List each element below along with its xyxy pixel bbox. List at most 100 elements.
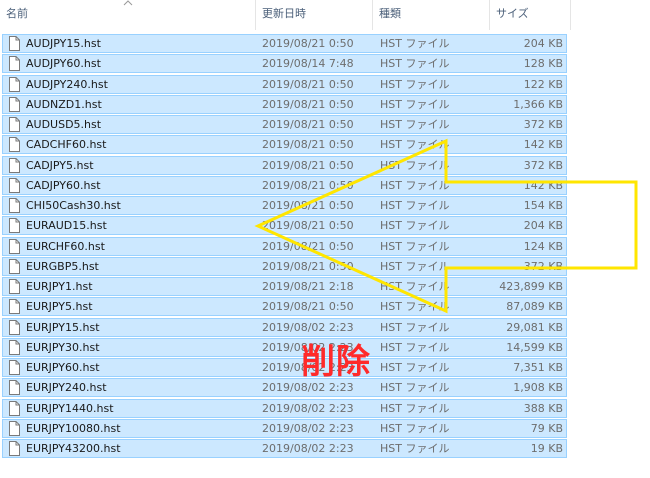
file-explorer-details-view: 名前 更新日時 種類 サイズ AUDJPY15.hst 2019/08/21 0:… xyxy=(0,0,650,478)
file-name: AUDNZD1.hst xyxy=(26,97,102,111)
file-type: HST ファイル xyxy=(380,158,450,172)
file-size: 372 KB xyxy=(523,158,563,172)
file-name: EURCHF60.hst xyxy=(26,239,105,253)
column-header-name-label: 名前 xyxy=(6,7,28,20)
file-row[interactable]: EURJPY43200.hst 2019/08/02 2:23 HST ファイル 19… xyxy=(0,438,650,458)
file-modified-date: 2019/08/02 2:23 xyxy=(262,320,354,334)
file-type: HST ファイル xyxy=(380,421,450,435)
file-icon xyxy=(9,157,20,173)
file-icon xyxy=(9,96,20,112)
file-modified-date: 2019/08/02 2:23 xyxy=(262,401,354,415)
file-name: EURJPY10080.hst xyxy=(26,421,121,435)
file-row[interactable]: AUDNZD1.hst 2019/08/21 0:50 HST ファイル 1,366 … xyxy=(0,94,650,114)
file-size: 14,599 KB xyxy=(506,340,563,354)
file-modified-date: 2019/08/21 2:18 xyxy=(262,280,354,293)
file-icon xyxy=(9,319,20,335)
column-header-size-label: サイズ xyxy=(496,7,529,20)
file-modified-date: 2019/08/21 0:50 xyxy=(262,77,354,91)
file-row[interactable]: EURCHF60.hst 2019/08/21 0:50 HST ファイル 124 K… xyxy=(0,236,650,256)
file-size: 154 KB xyxy=(523,199,563,212)
file-name: EURJPY1440.hst xyxy=(26,401,114,415)
file-icon xyxy=(9,299,20,315)
file-size: 124 KB xyxy=(523,239,563,253)
file-name: CADJPY5.hst xyxy=(26,158,94,172)
file-modified-date: 2019/08/14 7:48 xyxy=(262,57,354,71)
file-row[interactable]: EURJPY10080.hst 2019/08/02 2:23 HST ファイル 79… xyxy=(0,418,650,438)
file-icon xyxy=(9,420,20,436)
file-size: 142 KB xyxy=(523,138,563,152)
file-type: HST ファイル xyxy=(380,118,450,131)
file-row[interactable]: EURJPY5.hst 2019/08/21 0:50 HST ファイル 87,089… xyxy=(0,296,650,317)
file-type: HST ファイル xyxy=(380,340,450,354)
file-modified-date: 2019/08/21 0:50 xyxy=(262,219,354,233)
file-size: 388 KB xyxy=(523,401,563,415)
file-row[interactable]: EURAUD15.hst 2019/08/21 0:50 HST ファイル 204 K… xyxy=(0,215,650,236)
column-header-bar: 名前 更新日時 種類 サイズ xyxy=(0,0,650,30)
file-type: HST ファイル xyxy=(380,199,450,212)
file-icon xyxy=(9,339,20,355)
file-row[interactable]: AUDUSD5.hst 2019/08/21 0:50 HST ファイル 372 KB xyxy=(0,114,650,134)
file-icon xyxy=(9,258,20,274)
column-header-type[interactable]: 種類 xyxy=(373,0,490,30)
file-row[interactable]: CADCHF60.hst 2019/08/21 0:50 HST ファイル 142 K… xyxy=(0,134,650,155)
file-row[interactable]: EURJPY1440.hst 2019/08/02 2:23 HST ファイル 388… xyxy=(0,398,650,418)
file-row[interactable]: EURGBP5.hst 2019/08/21 0:50 HST ファイル 372 KB xyxy=(0,256,650,276)
file-size: 204 KB xyxy=(523,219,563,233)
file-name: AUDJPY60.hst xyxy=(26,57,101,71)
file-row[interactable]: CADJPY5.hst 2019/08/21 0:50 HST ファイル 372 KB xyxy=(0,155,650,175)
file-type: HST ファイル xyxy=(380,138,450,152)
sort-up-icon xyxy=(123,0,133,8)
file-size: 372 KB xyxy=(523,118,563,131)
file-name: CHI50Cash30.hst xyxy=(26,199,121,212)
file-icon xyxy=(9,137,20,153)
file-modified-date: 2019/08/21 0:50 xyxy=(262,199,354,212)
file-icon xyxy=(9,76,20,92)
file-modified-date: 2019/08/21 0:50 xyxy=(262,259,354,273)
file-icon xyxy=(9,36,20,51)
file-row[interactable]: CADJPY60.hst 2019/08/21 0:50 HST ファイル 142 K… xyxy=(0,175,650,195)
file-name: AUDJPY15.hst xyxy=(26,37,101,50)
file-row[interactable]: EURJPY1.hst 2019/08/21 2:18 HST ファイル 423,89… xyxy=(0,276,650,296)
file-type: HST ファイル xyxy=(380,361,450,374)
column-header-date[interactable]: 更新日時 xyxy=(256,0,373,30)
file-name: CADJPY60.hst xyxy=(26,178,101,192)
file-row[interactable]: EURJPY15.hst 2019/08/02 2:23 HST ファイル 29,08… xyxy=(0,317,650,337)
file-name: EURGBP5.hst xyxy=(26,259,99,273)
file-size: 122 KB xyxy=(523,77,563,91)
file-type: HST ファイル xyxy=(380,219,450,233)
file-type: HST ファイル xyxy=(380,381,450,395)
file-size: 204 KB xyxy=(523,37,563,50)
file-icon xyxy=(9,198,20,213)
file-size: 372 KB xyxy=(523,259,563,273)
file-row[interactable]: CHI50Cash30.hst 2019/08/21 0:50 HST ファイル 15… xyxy=(0,195,650,215)
file-name: EURJPY240.hst xyxy=(26,381,107,395)
file-icon xyxy=(9,117,20,132)
file-size: 79 KB xyxy=(530,421,563,435)
file-type: HST ファイル xyxy=(380,280,450,293)
file-modified-date: 2019/08/02 2:23 xyxy=(262,442,354,455)
file-name: AUDUSD5.hst xyxy=(26,118,102,131)
file-modified-date: 2019/08/21 0:50 xyxy=(262,118,354,131)
file-row[interactable]: AUDJPY60.hst 2019/08/14 7:48 HST ファイル 128 K… xyxy=(0,53,650,74)
column-header-size[interactable]: サイズ xyxy=(490,0,571,30)
file-name: EURAUD15.hst xyxy=(26,219,107,233)
column-header-type-label: 種類 xyxy=(379,7,401,20)
file-row[interactable]: AUDJPY15.hst 2019/08/21 0:50 HST ファイル 204 K… xyxy=(0,33,650,53)
file-modified-date: 2019/08/21 0:50 xyxy=(262,178,354,192)
file-size: 142 KB xyxy=(523,178,563,192)
column-header-date-label: 更新日時 xyxy=(262,7,306,20)
file-size: 87,089 KB xyxy=(506,300,563,314)
file-modified-date: 2019/08/21 0:50 xyxy=(262,97,354,111)
file-size: 29,081 KB xyxy=(506,320,563,334)
file-type: HST ファイル xyxy=(380,77,450,91)
file-type: HST ファイル xyxy=(380,97,450,111)
file-type: HST ファイル xyxy=(380,37,450,50)
file-type: HST ファイル xyxy=(380,239,450,253)
file-type: HST ファイル xyxy=(380,442,450,455)
file-size: 1,908 KB xyxy=(513,381,563,395)
file-type: HST ファイル xyxy=(380,300,450,314)
file-icon xyxy=(9,360,20,375)
file-icon xyxy=(9,400,20,416)
column-header-name[interactable]: 名前 xyxy=(0,0,256,30)
file-row[interactable]: AUDJPY240.hst 2019/08/21 0:50 HST ファイル 122 … xyxy=(0,74,650,94)
